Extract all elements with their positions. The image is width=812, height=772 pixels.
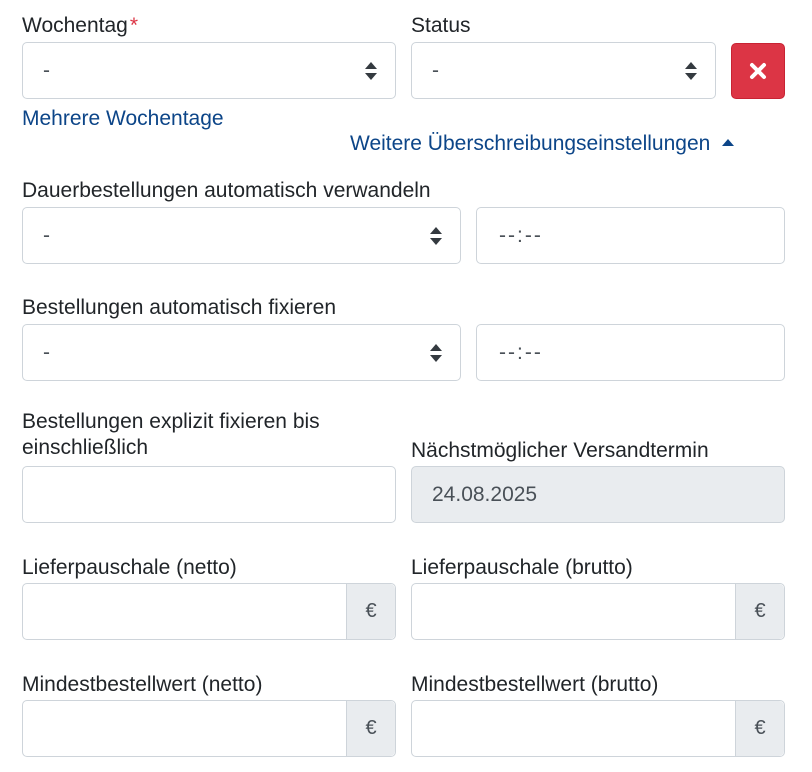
mindest-brutto-label: Mindestbestellwert (brutto) — [411, 673, 659, 696]
wochentag-select-value: - — [43, 58, 50, 82]
wochentag-select[interactable]: - — [22, 42, 396, 99]
wochentag-label: Wochentag* — [22, 13, 138, 39]
mehrere-wochentage-link[interactable]: Mehrere Wochentage — [22, 106, 224, 132]
fixieren-time-input[interactable]: --:-- — [476, 324, 785, 381]
mindest-netto-label: Mindestbestellwert (netto) — [22, 673, 263, 696]
status-label: Status — [411, 14, 471, 37]
versand-value: 24.08.2025 — [432, 482, 538, 506]
lieferpauschale-netto-input[interactable]: € — [22, 583, 396, 640]
close-icon — [750, 63, 766, 79]
select-arrows-icon — [685, 61, 697, 80]
caret-up-icon — [722, 138, 735, 146]
dauer-label: Dauerbestellungen automatisch verwandeln — [22, 179, 431, 202]
required-mark: * — [129, 14, 139, 37]
fixieren-select-value: - — [43, 340, 50, 364]
currency-addon: € — [735, 584, 784, 639]
delete-button[interactable] — [731, 43, 785, 99]
status-select-value: - — [432, 58, 439, 82]
select-arrows-icon — [365, 61, 377, 80]
select-arrows-icon — [430, 226, 442, 245]
dauer-time-input[interactable]: --:-- — [476, 207, 785, 264]
mindest-brutto-input[interactable]: € — [411, 700, 785, 757]
select-arrows-icon — [430, 343, 442, 362]
dauer-select[interactable]: - — [22, 207, 461, 264]
lieferpauschale-netto-label: Lieferpauschale (netto) — [22, 556, 237, 579]
explizit-date-input[interactable] — [22, 466, 396, 523]
mindest-netto-input[interactable]: € — [22, 700, 396, 757]
fixieren-label: Bestellungen automatisch fixieren — [22, 296, 337, 319]
versand-label: Nächstmöglicher Versandtermin — [411, 439, 709, 462]
fixieren-select[interactable]: - — [22, 324, 461, 381]
weitere-einstellungen-toggle[interactable]: Weitere Überschreibungseinstellungen — [350, 131, 735, 157]
currency-addon: € — [346, 584, 395, 639]
weitere-einstellungen-label: Weitere Überschreibungseinstellungen — [350, 132, 711, 155]
versand-input: 24.08.2025 — [411, 466, 785, 523]
status-select[interactable]: - — [411, 42, 716, 99]
currency-addon: € — [346, 701, 395, 756]
explizit-label: Bestellungen explizit fixieren bis einsc… — [22, 410, 320, 459]
currency-addon: € — [735, 701, 784, 756]
lieferpauschale-brutto-label: Lieferpauschale (brutto) — [411, 556, 633, 579]
fixieren-time-value: --:-- — [499, 340, 543, 364]
dauer-select-value: - — [43, 223, 50, 247]
wochentag-label-text: Wochentag — [22, 14, 128, 37]
dauer-time-value: --:-- — [499, 223, 543, 247]
lieferpauschale-brutto-input[interactable]: € — [411, 583, 785, 640]
